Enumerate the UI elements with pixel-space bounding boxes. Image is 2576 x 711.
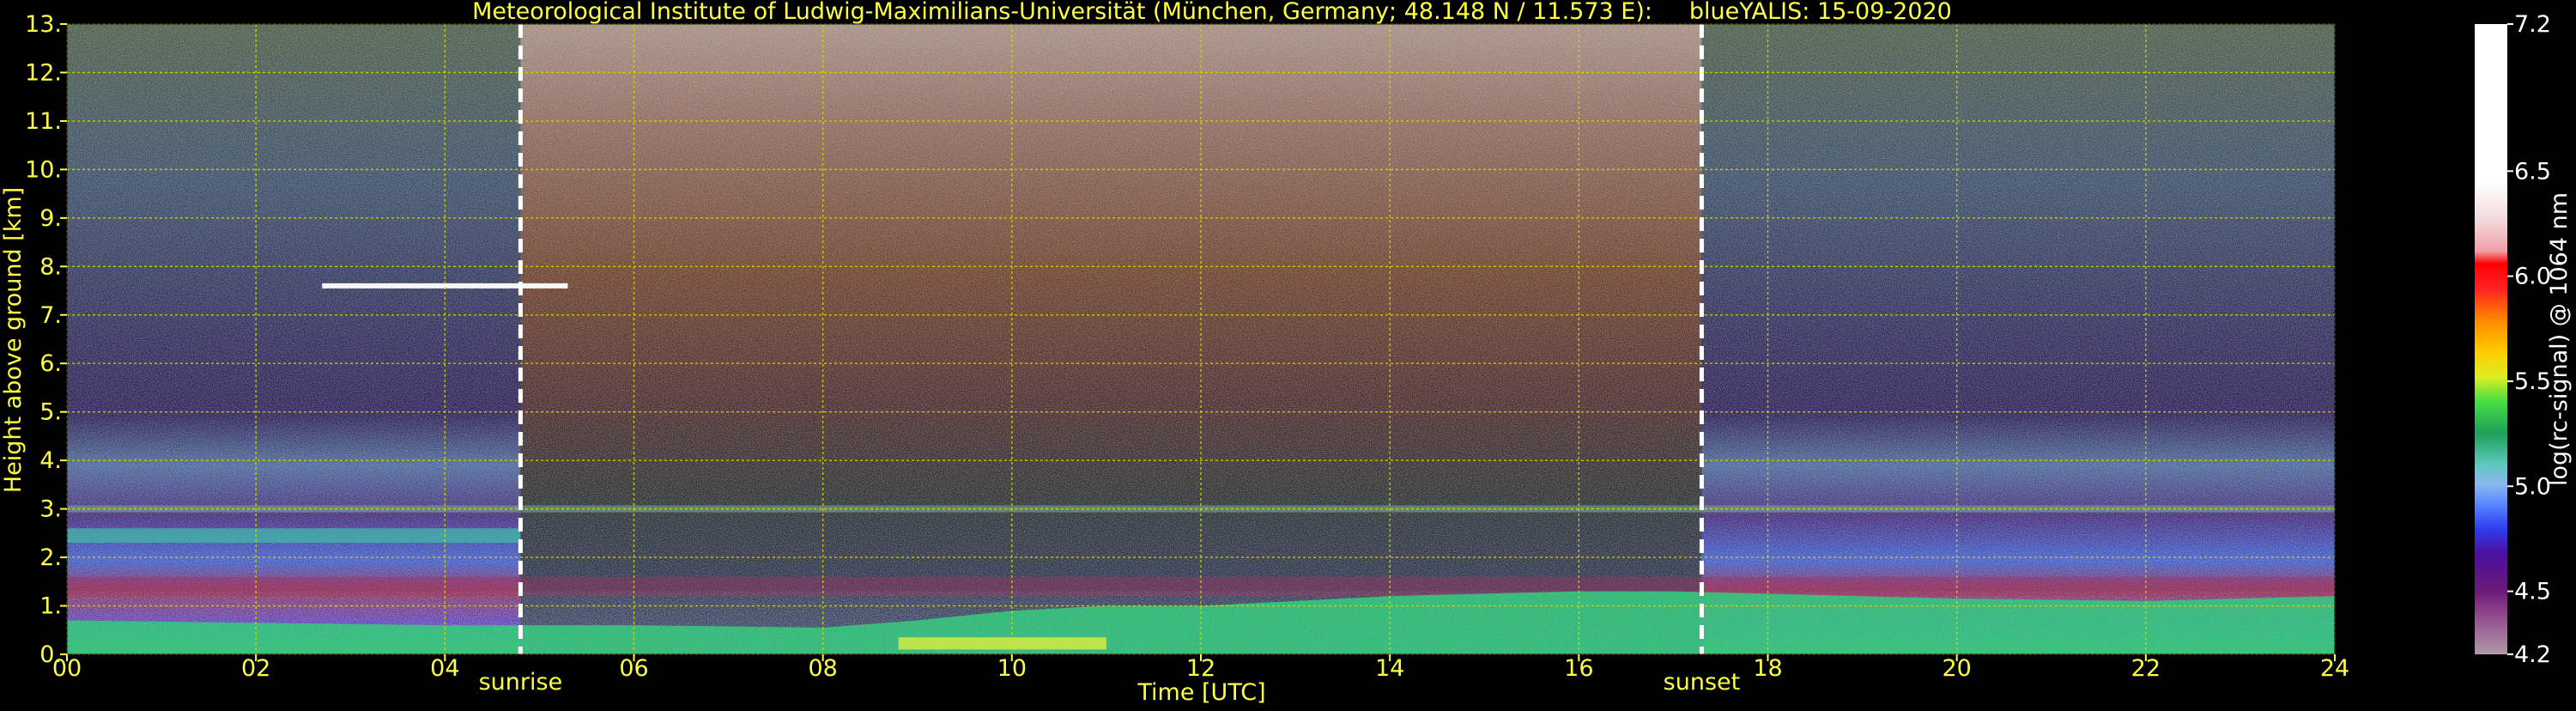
x-tick-label: 02 [241, 655, 270, 682]
colorbar-label: log(rc-signal) @ 1064 nm [2546, 192, 2573, 486]
colorbar-gradient [2475, 24, 2507, 654]
colorbar-tick-label: 7.2 [2514, 11, 2551, 38]
colorbar-tick-label: 5.0 [2514, 473, 2551, 500]
surface-aerosol-peak [898, 637, 1106, 650]
chart-title: Meteorological Institute of Ludwig-Maxim… [472, 0, 1952, 25]
x-tick-label: 06 [619, 655, 648, 682]
colorbar-tick-label: 6.0 [2514, 264, 2551, 290]
sunrise-label: sunrise [479, 669, 563, 696]
chart-svg: sunrise sunset 00 02 04 06 08 10 12 14 16 18 20 22 24… [0, 0, 2573, 706]
sunset-label: sunset [1664, 669, 1741, 696]
y-tick-label: 2. [39, 544, 62, 571]
y-tick-label: 5. [39, 399, 62, 426]
x-tick-label: 18 [1753, 655, 1782, 682]
x-tick-label: 04 [430, 655, 459, 682]
colorbar-tick-label: 4.2 [2514, 641, 2551, 668]
x-tick-label: 08 [808, 655, 837, 682]
night-aerosol-band [67, 528, 521, 544]
y-tick-label: 0. [39, 641, 62, 668]
x-axis-label: Time [UTC] [1136, 679, 1265, 706]
x-tick-label: 16 [1564, 655, 1593, 682]
x-tick-label: 12 [1186, 655, 1215, 682]
y-tick-label: 4. [39, 447, 62, 474]
y-tick-label: 12. [25, 59, 62, 86]
y-tick-label: 6. [39, 350, 62, 377]
y-tick-label: 13. [25, 11, 62, 38]
y-tick-label: 11. [25, 108, 62, 135]
y-axis-label: Height above ground [km] [0, 187, 27, 493]
y-tick-label: 10. [25, 156, 62, 183]
x-tick-label: 14 [1375, 655, 1404, 682]
colorbar-tick-label: 5.5 [2514, 368, 2551, 395]
colorbar-ticks: 4.2 4.5 5.0 5.5 6.0 6.5 7.2 [2507, 11, 2551, 668]
x-tick-label: 10 [997, 655, 1027, 682]
y-tick-label: 1. [39, 593, 62, 620]
y-tick-label: 7. [39, 302, 62, 329]
colorbar: log(rc-signal) @ 1064 nm 4.2 4.5 5.0 5.5 6.0… [2475, 11, 2573, 668]
lidar-quicklook: sunrise sunset 00 02 04 06 08 10 12 14 16 18 20 22 24… [0, 0, 2576, 708]
y-tick-label: 9. [39, 205, 62, 232]
x-tick-label: 20 [1942, 655, 1971, 682]
colorbar-tick-label: 6.5 [2514, 158, 2551, 185]
colorbar-tick-label: 4.5 [2514, 579, 2551, 605]
x-tick-label: 22 [2131, 655, 2161, 682]
x-tick-label: 24 [2320, 655, 2349, 682]
y-tick-label: 8. [39, 253, 62, 280]
y-tick-label: 3. [39, 496, 62, 523]
